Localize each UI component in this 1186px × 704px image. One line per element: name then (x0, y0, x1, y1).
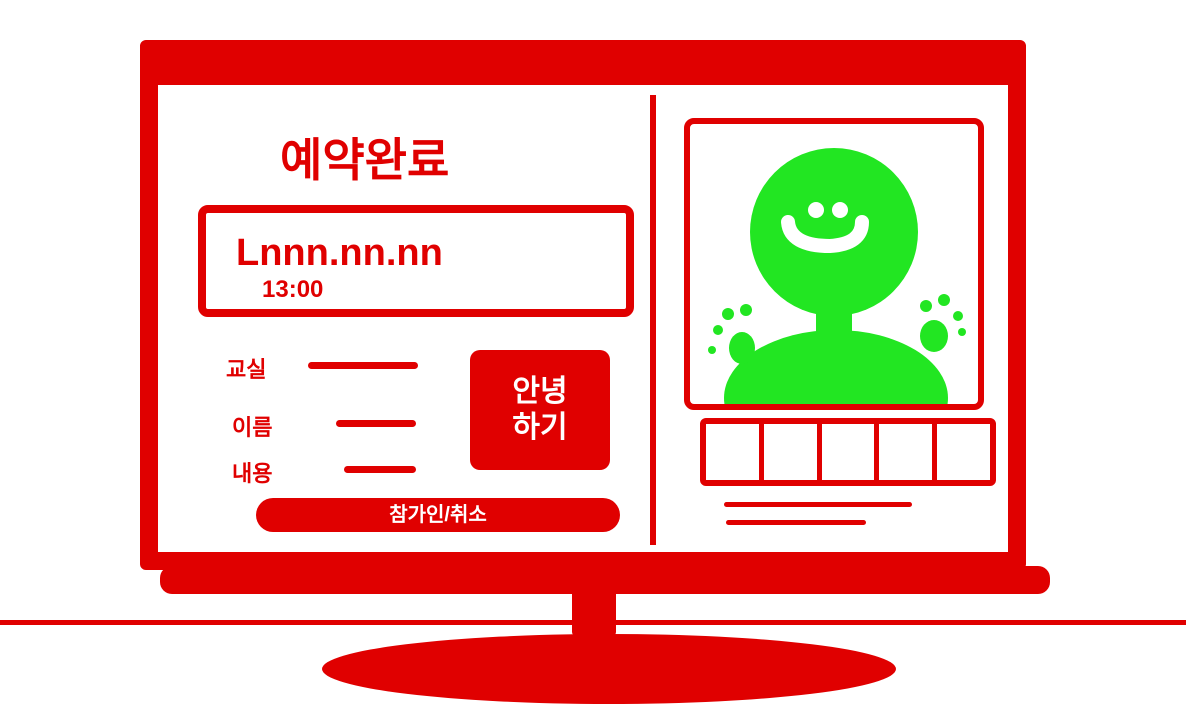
booking-time: 13:00 (262, 276, 324, 303)
monitor-stand-neck (572, 586, 616, 636)
info-label-name: 이름 (232, 415, 273, 440)
control-segment[interactable] (937, 424, 990, 480)
info-label-content: 내용 (232, 461, 273, 486)
page-title: 예약완료 (280, 134, 450, 186)
greet-button-line1: 안녕 (512, 375, 568, 408)
caption-line (724, 502, 912, 507)
booking-date: Lnnn.nn.nn (236, 232, 443, 274)
window-title-bar (150, 45, 1016, 85)
panel-divider (650, 95, 656, 545)
paw-print-icon (708, 304, 755, 364)
info-value-line-content (344, 466, 416, 473)
control-segment[interactable] (879, 424, 938, 480)
video-frame (684, 118, 984, 410)
info-value-line-name (336, 420, 416, 427)
info-value-line-classroom (308, 362, 418, 369)
video-control-bar[interactable] (700, 418, 996, 486)
control-segment[interactable] (764, 424, 822, 480)
monitor-stand-base (322, 634, 896, 704)
control-segment[interactable] (706, 424, 764, 480)
join-cancel-button[interactable]: 참가인/취소 (256, 498, 620, 532)
greet-button-line2: 하기 (512, 411, 568, 444)
booking-datetime-box: Lnnn.nn.nn 13:00 (198, 205, 634, 317)
paw-print-icon (920, 294, 966, 352)
caption-line (726, 520, 866, 525)
control-segment[interactable] (822, 424, 880, 480)
greet-button[interactable]: 안녕 하기 (470, 350, 610, 470)
info-label-classroom: 교실 (226, 357, 267, 382)
